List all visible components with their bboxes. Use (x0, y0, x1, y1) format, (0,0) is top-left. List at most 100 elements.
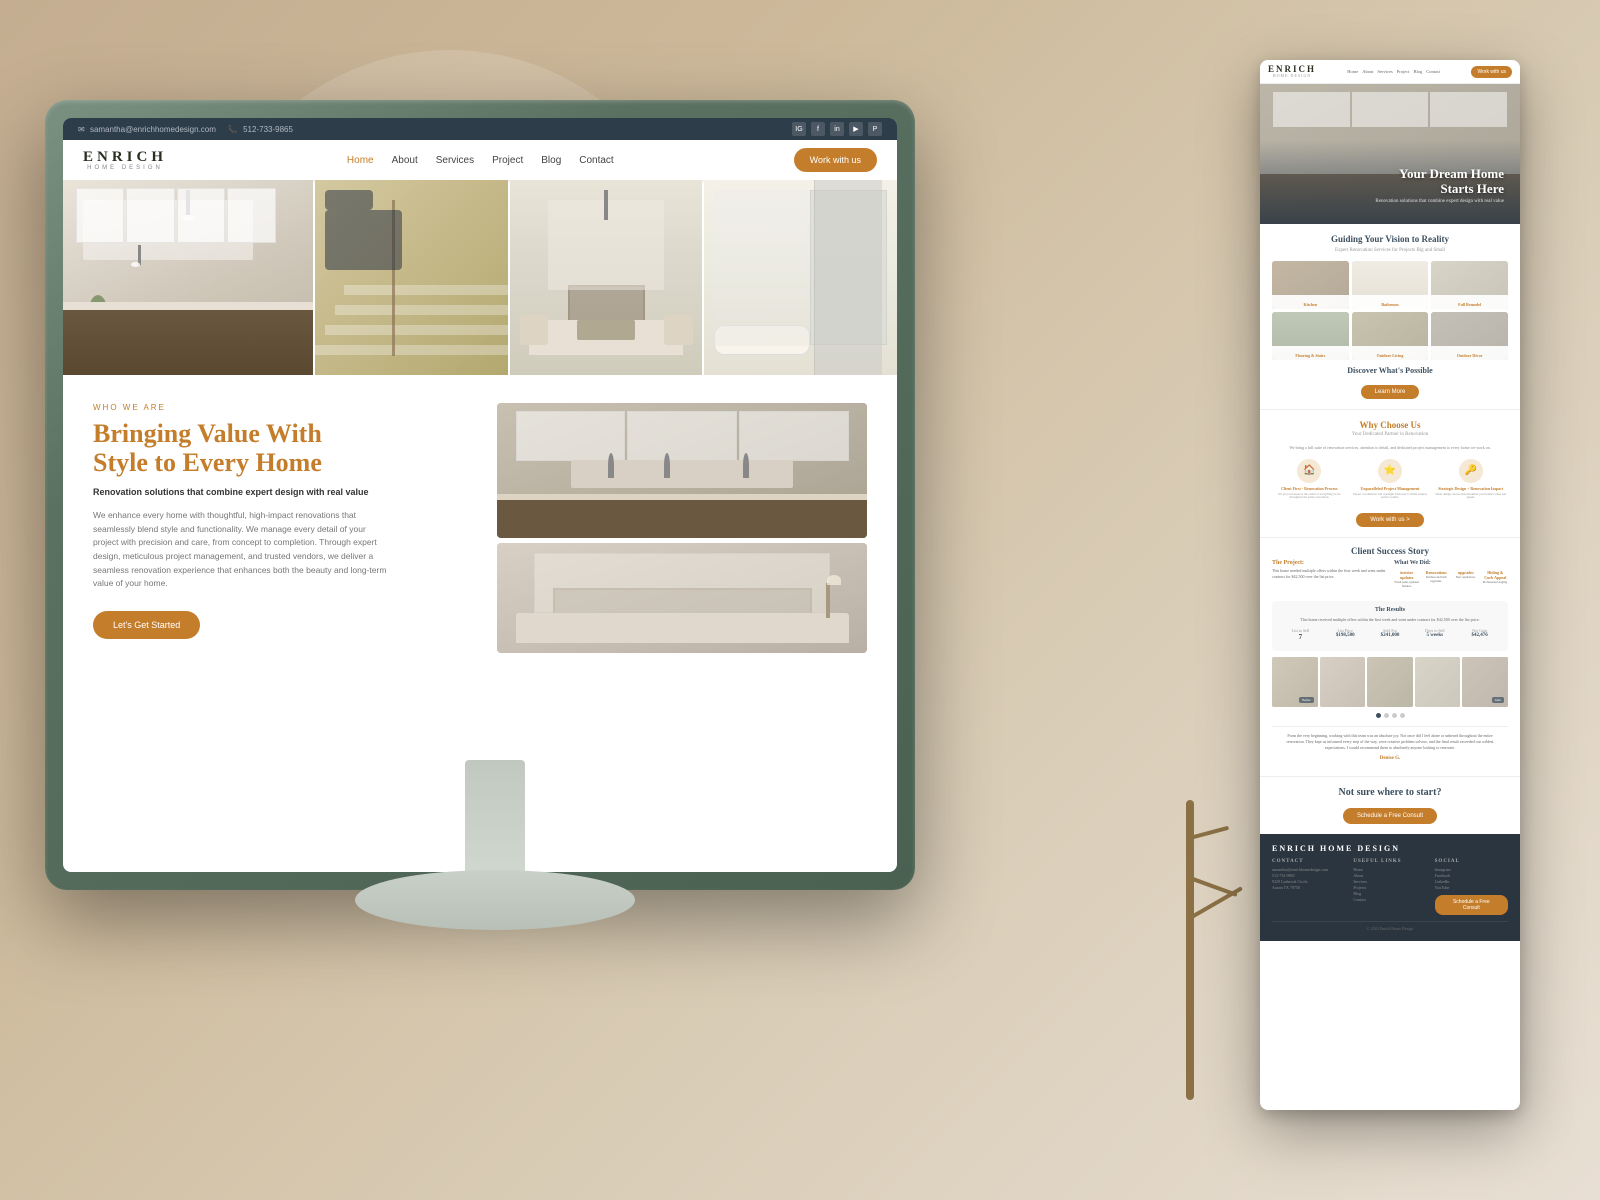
stat-list-price: List Price $198,500 (1325, 628, 1366, 641)
phone-nav-about[interactable]: About (1362, 69, 1373, 74)
gallery-img-1: Before (1272, 657, 1318, 707)
did-items: interior updates Fresh paint, updated fi… (1394, 570, 1508, 589)
email-icon: ✉ (78, 125, 85, 134)
nav-about[interactable]: About (392, 155, 418, 166)
why-features: 🏠 Client First - Renovation Process We p… (1272, 459, 1508, 501)
service-kitchen: Kitchen (1272, 261, 1349, 309)
phone-success-section: Client Success Story The Project: This h… (1260, 537, 1520, 776)
phone-nav-services[interactable]: Services (1377, 69, 1392, 74)
carousel-dots (1272, 713, 1508, 718)
phone-services-section: Guiding Your Vision to Reality Expert Re… (1260, 224, 1520, 409)
testimonial-name: Denise G. (1284, 755, 1496, 763)
learn-more-button[interactable]: Learn More (1361, 385, 1420, 399)
nav-menu: Home About Services Project Blog Contact (347, 155, 614, 166)
hero-stairs-panel (315, 180, 508, 375)
footer-contact-col: CONTACT samantha@enrichhomedesign.com512… (1272, 859, 1345, 915)
phone-hero-subtext: Renovation solutions that combine expert… (1375, 199, 1504, 204)
nav-contact[interactable]: Contact (579, 155, 613, 166)
phone-contact: 📞 512-733-9865 (228, 125, 293, 134)
service-remodel: Full Remodel (1431, 261, 1508, 309)
feature-design: 🔑 Strategic Design + Renovation Impact S… (1433, 459, 1508, 501)
about-images (497, 403, 867, 653)
feature-client-first: 🏠 Client First - Renovation Process We p… (1272, 459, 1347, 501)
gallery-row: Before After (1272, 657, 1508, 707)
service-bathroom: Bathroom (1352, 261, 1429, 309)
tagline: Renovation solutions that combine expert… (93, 487, 463, 497)
hero-section (63, 180, 897, 375)
phone-nav-project[interactable]: Project (1397, 69, 1410, 74)
hero-living-panel (510, 180, 703, 375)
info-bar: ✉ samantha@enrichhomedesign.com 📞 512-73… (63, 118, 897, 140)
services-grid: Kitchen Bathroom Full Remodel Flooring &… (1272, 261, 1508, 360)
design-icon: 🔑 (1459, 459, 1483, 483)
gallery-img-5: After (1462, 657, 1508, 707)
dot-3[interactable] (1392, 713, 1397, 718)
hero-bath-panel (704, 180, 897, 375)
phone-footer: ENRICH HOME DESIGN CONTACT samantha@enri… (1260, 834, 1520, 941)
phone-nav-contact[interactable]: Contact (1426, 69, 1440, 74)
monitor-stand-base (355, 870, 635, 930)
gallery-img-3 (1367, 657, 1413, 707)
stat-sold-for: Sold For $241,000 (1370, 628, 1411, 641)
footer-copyright: © 2024 Enrich Home Design (1272, 921, 1508, 931)
dot-4[interactable] (1400, 713, 1405, 718)
nav-blog[interactable]: Blog (541, 155, 561, 166)
stat-list-sell: List to Sell 7 (1280, 628, 1321, 641)
project-mgmt-icon: ⭐ (1378, 459, 1402, 483)
dot-2[interactable] (1384, 713, 1389, 718)
instagram-icon[interactable]: IG (792, 122, 806, 136)
youtube-icon[interactable]: ▶ (849, 122, 863, 136)
facebook-icon[interactable]: f (811, 122, 825, 136)
phone-icon: 📞 (228, 125, 238, 134)
results-section: The Results This home received multiple … (1272, 601, 1508, 651)
did-renovations: Renovations Kitchen and bath upgrades. (1424, 570, 1450, 589)
did-staging: Hiding & Curb Appeal Professional stagin… (1483, 570, 1509, 589)
footer-links-col: USEFUL LINKS HomeAboutServicesProjectsBl… (1353, 859, 1426, 915)
results-text: This home received multiple offers withi… (1280, 617, 1500, 623)
feature-project-mgmt: ⭐ Unparalleled Project Management Expert… (1353, 459, 1428, 501)
discover-title: Discover What's Possible (1272, 366, 1508, 375)
body-copy: We enhance every home with thoughtful, h… (93, 509, 393, 591)
phone-hero-text: Your Dream Home Starts Here Renovation s… (1375, 166, 1504, 204)
dot-1[interactable] (1376, 713, 1381, 718)
work-with-us-phone-btn[interactable]: Work with us > (1356, 513, 1423, 527)
project-info: The Project: This home needed multiple o… (1272, 560, 1386, 595)
schedule-consult-button[interactable]: Schedule a Free Consult (1343, 808, 1437, 824)
stat-net-gain: Net Gain $42,476 (1459, 628, 1500, 641)
success-content: The Project: This home needed multiple o… (1272, 560, 1508, 595)
service-outdoor-living: Outdoor Living (1352, 312, 1429, 360)
phone-cta-button[interactable]: Work with us (1471, 66, 1512, 78)
phone-nav-links: Home About Services Project Blog Contact (1347, 69, 1440, 74)
project-image-living (497, 543, 867, 653)
service-flooring: Flooring & Stairs (1272, 312, 1349, 360)
phone-hero-title: Your Dream Home Starts Here (1375, 166, 1504, 197)
footer-logo: ENRICH HOME DESIGN (1272, 844, 1508, 853)
did-upgrades: upgrades New appliances. (1453, 570, 1479, 589)
who-we-are-label: WHO WE ARE (93, 403, 463, 412)
phone-hero: Your Dream Home Starts Here Renovation s… (1260, 84, 1520, 224)
nav-project[interactable]: Project (492, 155, 523, 166)
phone-logo: ENRICH HOME DESIGN (1268, 65, 1316, 78)
pinterest-icon[interactable]: P (868, 122, 882, 136)
lets-get-started-button[interactable]: Let's Get Started (93, 611, 200, 639)
phone-nav-blog[interactable]: Blog (1413, 69, 1422, 74)
hero-kitchen-panel (63, 180, 313, 375)
monitor-stand-neck (465, 760, 525, 880)
client-first-icon: 🏠 (1297, 459, 1321, 483)
logo: ENRICH HOME DESIGN (83, 150, 167, 171)
phone-why-section: Why Choose Us Your Dedicated Partner in … (1260, 409, 1520, 537)
work-with-us-button[interactable]: Work with us (794, 148, 877, 172)
gallery-img-2 (1320, 657, 1366, 707)
linkedin-icon[interactable]: in (830, 122, 844, 136)
phone-mockup: ENRICH HOME DESIGN Home About Services P… (1260, 60, 1520, 1110)
testimonial: From the very beginning, working with th… (1272, 726, 1508, 769)
footer-consult-button[interactable]: Schedule a Free Consult (1435, 895, 1508, 915)
project-image-kitchen (497, 403, 867, 538)
stats-row: List to Sell 7 List Price $198,500 Sold … (1280, 628, 1500, 641)
footer-social-col: SOCIAL InstagramFacebookLinkedInYouTube … (1435, 859, 1508, 915)
main-headline: Bringing Value With Style to Every Home (93, 420, 463, 477)
nav-home[interactable]: Home (347, 155, 374, 166)
did-interior: interior updates Fresh paint, updated fi… (1394, 570, 1420, 589)
nav-services[interactable]: Services (436, 155, 474, 166)
phone-nav-home[interactable]: Home (1347, 69, 1358, 74)
